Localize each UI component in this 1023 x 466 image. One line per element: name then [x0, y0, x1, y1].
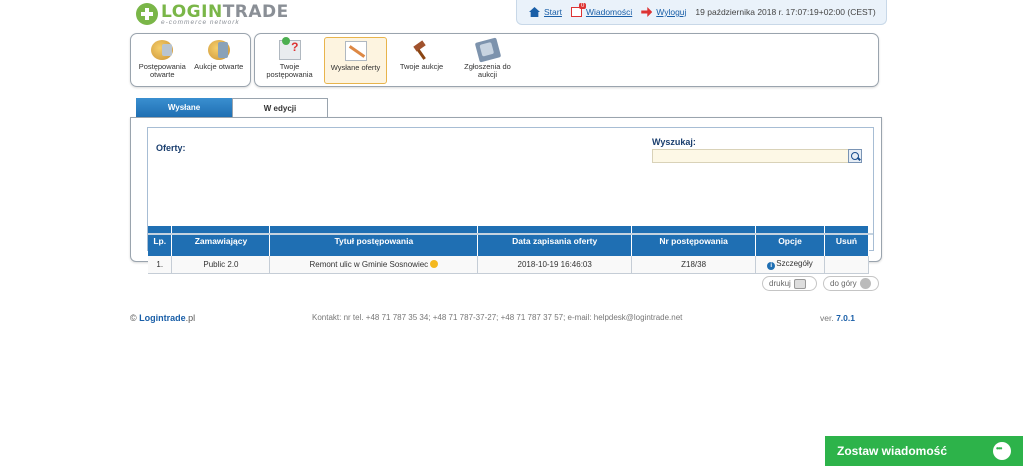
- back-to-top-button[interactable]: do góry: [823, 276, 879, 291]
- nav-item-label: Twoje aukcje: [399, 62, 444, 71]
- print-label: drukuj: [769, 279, 791, 288]
- footer-brand-link[interactable]: Logintrade: [139, 313, 186, 323]
- start-link[interactable]: Start: [544, 7, 562, 17]
- offers-label: Oferty:: [156, 143, 186, 153]
- logout-link[interactable]: Wyloguj: [656, 7, 686, 17]
- nav-item-auction-entries[interactable]: Zgłoszenia do aukcji: [456, 37, 519, 84]
- chat-label: Zostaw wiadomość: [837, 444, 948, 458]
- home-icon[interactable]: [529, 7, 540, 17]
- nav-user-panel: Twoje postępowania Wysłane oferty Twoje …: [254, 33, 879, 87]
- search-icon[interactable]: [848, 149, 862, 163]
- footer-copyright: © Logintrade.pl: [130, 313, 195, 323]
- nav-item-your-auctions[interactable]: Twoje aukcje: [390, 37, 453, 84]
- cell-title: Remont ulic w Gminie Sosnowiec: [309, 259, 429, 269]
- footer-version: ver. 7.0.1: [820, 313, 855, 323]
- nav-item-label: Wysłane oferty: [330, 63, 381, 72]
- auction-entries-icon: [474, 37, 501, 63]
- version-number: 7.0.1: [836, 313, 855, 323]
- nav-open-panel: Postępowania otwarte Aukcje otwarte: [130, 33, 251, 87]
- smiley-icon: [430, 259, 439, 268]
- nav-item-open-procedures[interactable]: Postępowania otwarte: [134, 37, 191, 84]
- column-header-title[interactable]: Tytuł postępowania: [269, 226, 479, 256]
- nav-item-sent-offers[interactable]: Wysłane oferty: [324, 37, 387, 84]
- version-label: ver.: [820, 313, 834, 323]
- cell-lp: 1.: [148, 256, 173, 274]
- procedures-icon: [151, 40, 174, 60]
- tabs: Wysłane W edycji: [136, 98, 328, 118]
- cell-title-wrap: Remont ulic w Gminie Sosnowiec: [269, 256, 479, 274]
- cell-buyer: Public 2.0: [171, 256, 271, 274]
- sent-offers-icon: [344, 41, 367, 61]
- tab-editing[interactable]: W edycji: [232, 98, 328, 118]
- nav-item-label: Postępowania otwarte: [138, 62, 186, 79]
- auction-icon: [207, 40, 230, 60]
- nav-item-label: Zgłoszenia do aukcji: [464, 62, 511, 79]
- table-row: 1. Public 2.0 Remont ulic w Gminie Sosno…: [148, 256, 870, 274]
- logo[interactable]: LOGINTRADE e-commerce network: [136, 3, 289, 26]
- column-header-options: Opcje: [755, 226, 825, 256]
- column-header-delete: Usuń: [824, 226, 870, 256]
- logout-icon[interactable]: [641, 7, 653, 17]
- info-icon[interactable]: i: [767, 261, 776, 270]
- chat-bubble-icon: [993, 442, 1011, 460]
- table-bottom-divider: [148, 233, 873, 235]
- search-label: Wyszukaj:: [652, 137, 696, 147]
- logo-mark-icon: [136, 3, 158, 25]
- printer-icon: [793, 278, 806, 289]
- footer-contact: Kontakt: nr tel. +48 71 787 35 34; +48 7…: [312, 313, 683, 322]
- messages-link-group: 0 Wiadomości: [570, 3, 632, 17]
- top-bar: Start 0 Wiadomości Wyloguj 19 październi…: [516, 0, 887, 25]
- main-panel: Oferty: Wyszukaj: Lp. Zamawiający Tytuł …: [130, 117, 882, 274]
- offers-box: Oferty: Wyszukaj: Lp. Zamawiający Tytuł …: [147, 127, 874, 274]
- messages-link[interactable]: Wiadomości: [586, 7, 632, 17]
- column-header-date[interactable]: Data zapisania oferty: [477, 226, 633, 256]
- cell-number: Z18/38: [631, 256, 757, 274]
- nav-item-label: Twoje postępowania: [266, 62, 313, 79]
- arrow-up-icon: [859, 278, 871, 289]
- nav-item-open-auctions[interactable]: Aukcje otwarte: [191, 37, 248, 84]
- search-input[interactable]: [652, 149, 851, 163]
- column-header-buyer[interactable]: Zamawiający: [171, 226, 271, 256]
- gavel-icon: [411, 40, 433, 60]
- cell-options[interactable]: i Szczegóły: [755, 256, 825, 274]
- logout-link-group: Wyloguj: [641, 7, 686, 17]
- your-procedures-icon: [278, 37, 301, 60]
- cell-delete: [824, 256, 870, 274]
- nav-item-your-procedures[interactable]: Twoje postępowania: [258, 37, 321, 84]
- page: LOGINTRADE e-commerce network Start 0 Wi…: [0, 0, 1023, 466]
- tab-sent[interactable]: Wysłane: [136, 98, 232, 117]
- current-datetime: 19 października 2018 r. 17:07:19+02:00 (…: [695, 7, 876, 17]
- column-header-number[interactable]: Nr postępowania: [631, 226, 757, 256]
- start-link-group: Start: [529, 7, 562, 17]
- cell-date: 2018-10-19 16:46:03: [477, 256, 633, 274]
- chat-widget-button[interactable]: Zostaw wiadomość: [825, 436, 1023, 466]
- mail-icon[interactable]: 0: [570, 3, 587, 17]
- table-header-row: Lp. Zamawiający Tytuł postępowania Data …: [148, 226, 870, 256]
- back-to-top-label: do góry: [830, 279, 857, 288]
- details-link[interactable]: Szczegóły: [776, 259, 812, 268]
- column-header-lp[interactable]: Lp.: [148, 226, 173, 256]
- footer-brand-suffix: .pl: [185, 313, 196, 323]
- nav-item-label: Aukcje otwarte: [194, 62, 244, 71]
- copyright-symbol: ©: [130, 313, 137, 323]
- messages-count-badge: 0: [578, 3, 587, 9]
- print-button[interactable]: drukuj: [762, 276, 817, 291]
